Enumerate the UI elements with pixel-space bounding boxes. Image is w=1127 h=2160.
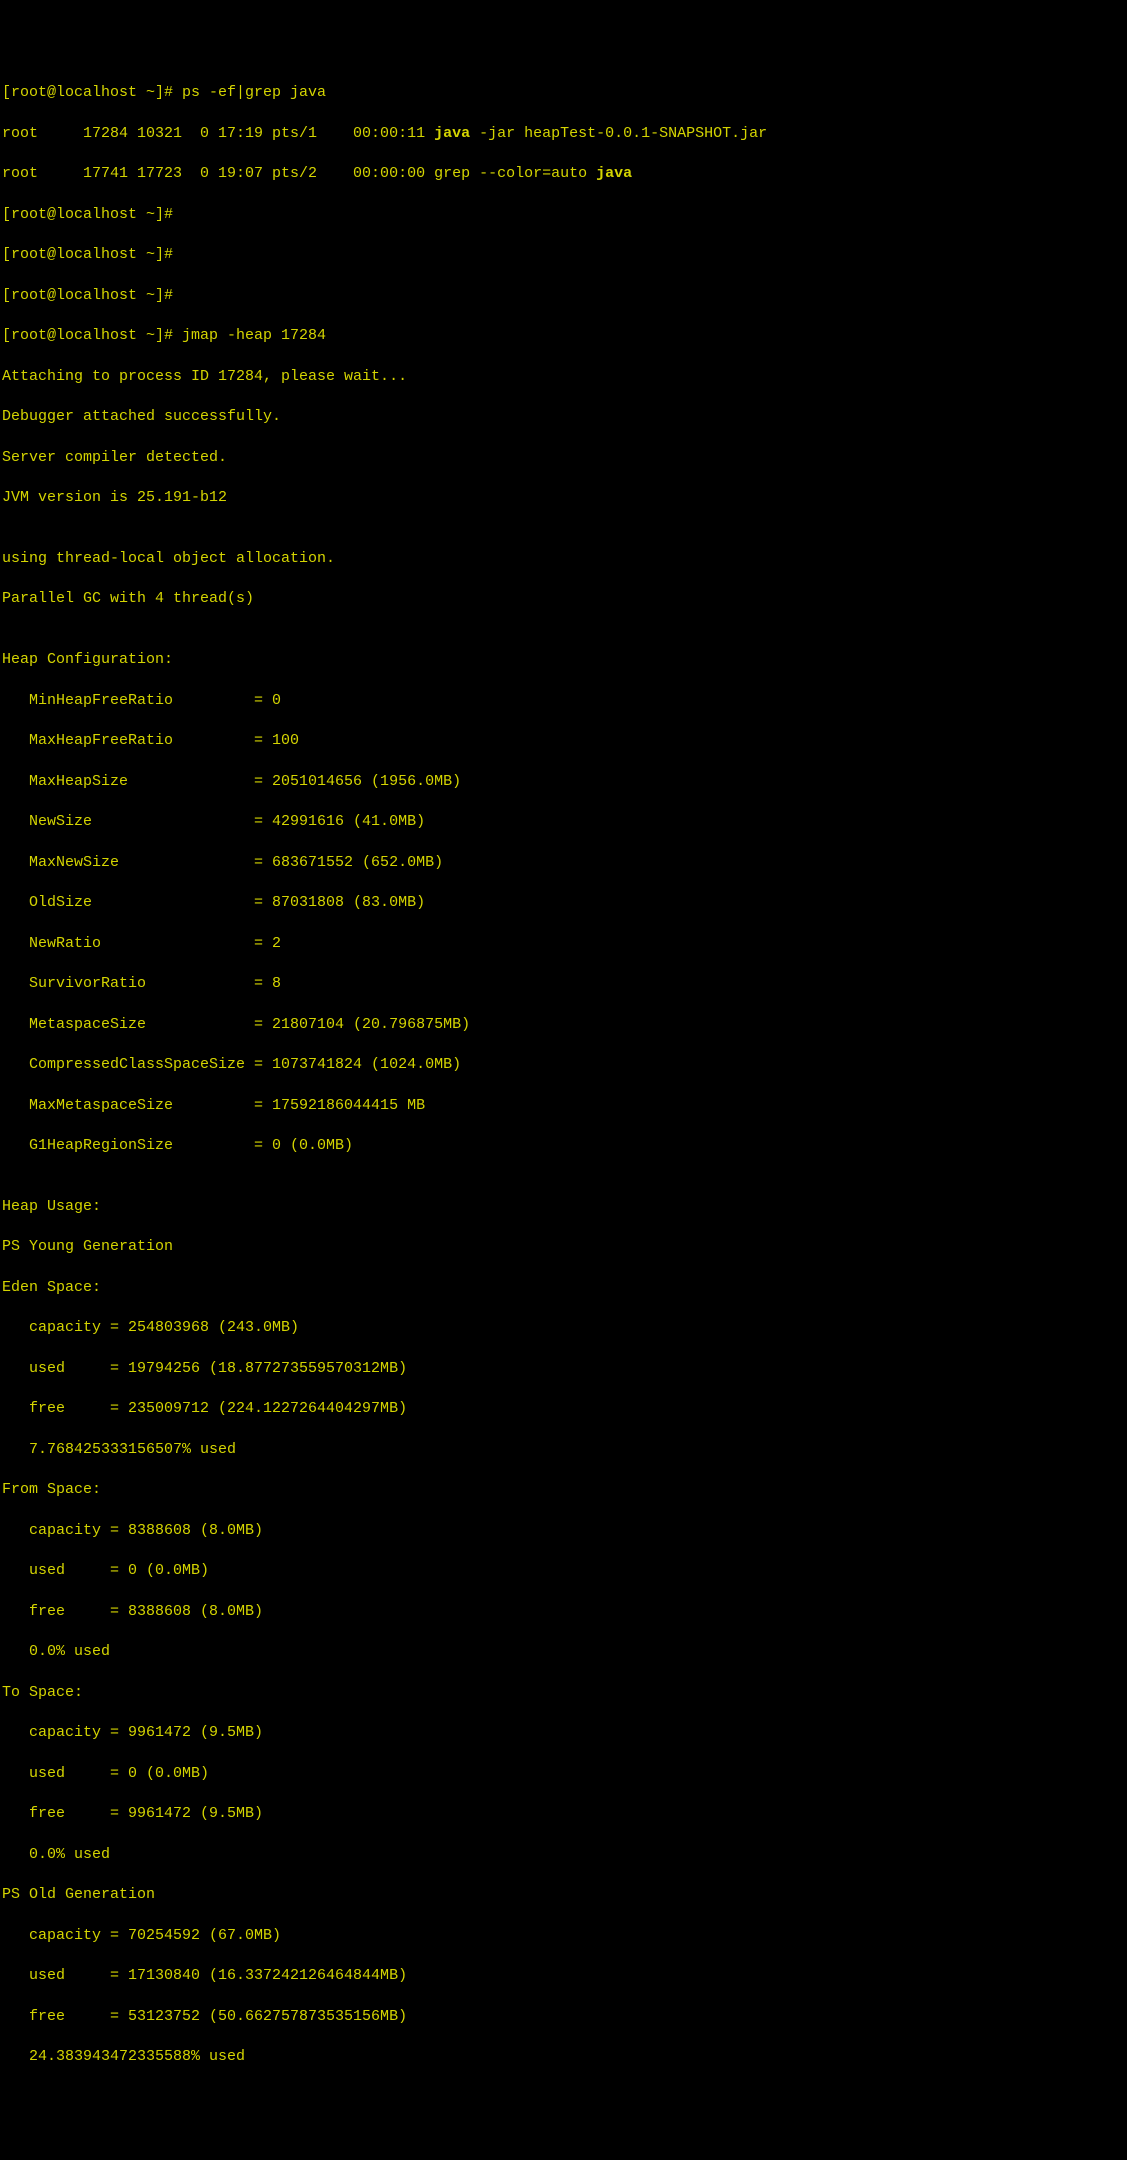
heap-config-item: OldSize = 87031808 (83.0MB) (2, 893, 1125, 913)
heap-usage-item: To Space: (2, 1683, 1125, 1703)
heap-usage-item: used = 19794256 (18.877273559570312MB) (2, 1359, 1125, 1379)
ps-output-prefix: root 17284 10321 0 17:19 pts/1 00:00:11 (2, 125, 434, 142)
terminal-line: [root@localhost ~]# ps -ef|grep java (2, 83, 1125, 103)
heap-usage-item: 0.0% used (2, 1642, 1125, 1662)
match-java: java (434, 125, 470, 142)
ps-output-prefix: root 17741 17723 0 19:07 pts/2 00:00:00 … (2, 165, 596, 182)
heap-config-item: CompressedClassSpaceSize = 1073741824 (1… (2, 1055, 1125, 1075)
heap-config-item: SurvivorRatio = 8 (2, 974, 1125, 994)
heap-config-item: MaxHeapSize = 2051014656 (1956.0MB) (2, 772, 1125, 792)
terminal-line: Attaching to process ID 17284, please wa… (2, 367, 1125, 387)
heap-usage-item: PS Young Generation (2, 1237, 1125, 1257)
heap-usage-item: capacity = 9961472 (9.5MB) (2, 1723, 1125, 1743)
terminal-line: Debugger attached successfully. (2, 407, 1125, 427)
terminal-line: [root@localhost ~]# jmap -heap 17284 (2, 326, 1125, 346)
heap-config-item: MaxHeapFreeRatio = 100 (2, 731, 1125, 751)
heap-config-item: MaxMetaspaceSize = 17592186044415 MB (2, 1096, 1125, 1116)
heap-usage-item: free = 9961472 (9.5MB) (2, 1804, 1125, 1824)
terminal-line: using thread-local object allocation. (2, 549, 1125, 569)
heap-config-item: NewSize = 42991616 (41.0MB) (2, 812, 1125, 832)
heap-usage-item: capacity = 70254592 (67.0MB) (2, 1926, 1125, 1946)
terminal-line: Server compiler detected. (2, 448, 1125, 468)
heap-usage-item: 0.0% used (2, 1845, 1125, 1865)
heap-usage-item: capacity = 254803968 (243.0MB) (2, 1318, 1125, 1338)
heap-config-item: G1HeapRegionSize = 0 (0.0MB) (2, 1136, 1125, 1156)
match-java: java (596, 165, 632, 182)
heap-usage-item: capacity = 8388608 (8.0MB) (2, 1521, 1125, 1541)
heap-usage-item: free = 235009712 (224.1227264404297MB) (2, 1399, 1125, 1419)
terminal-line: JVM version is 25.191-b12 (2, 488, 1125, 508)
terminal-prompt[interactable]: [root@localhost ~]# (2, 286, 1125, 306)
terminal-line: root 17284 10321 0 17:19 pts/1 00:00:11 … (2, 124, 1125, 144)
heap-usage-item: used = 17130840 (16.337242126464844MB) (2, 1966, 1125, 1986)
heap-usage-item: free = 8388608 (8.0MB) (2, 1602, 1125, 1622)
heap-usage-header: Heap Usage: (2, 1197, 1125, 1217)
heap-config-header: Heap Configuration: (2, 650, 1125, 670)
heap-config-item: MinHeapFreeRatio = 0 (2, 691, 1125, 711)
heap-config-item: NewRatio = 2 (2, 934, 1125, 954)
heap-config-item: MaxNewSize = 683671552 (652.0MB) (2, 853, 1125, 873)
heap-usage-item: From Space: (2, 1480, 1125, 1500)
terminal-line: root 17741 17723 0 19:07 pts/2 00:00:00 … (2, 164, 1125, 184)
terminal-prompt[interactable]: [root@localhost ~]# (2, 245, 1125, 265)
heap-usage-item: used = 0 (0.0MB) (2, 1561, 1125, 1581)
terminal-prompt[interactable]: [root@localhost ~]# (2, 205, 1125, 225)
ps-output-suffix: -jar heapTest-0.0.1-SNAPSHOT.jar (470, 125, 767, 142)
heap-usage-item: 24.383943472335588% used (2, 2047, 1125, 2067)
terminal-line: Parallel GC with 4 thread(s) (2, 589, 1125, 609)
heap-usage-item: PS Old Generation (2, 1885, 1125, 1905)
heap-usage-item: used = 0 (0.0MB) (2, 1764, 1125, 1784)
heap-usage-item: free = 53123752 (50.662757873535156MB) (2, 2007, 1125, 2027)
heap-usage-item: 7.768425333156507% used (2, 1440, 1125, 1460)
heap-config-item: MetaspaceSize = 21807104 (20.796875MB) (2, 1015, 1125, 1035)
heap-usage-item: Eden Space: (2, 1278, 1125, 1298)
